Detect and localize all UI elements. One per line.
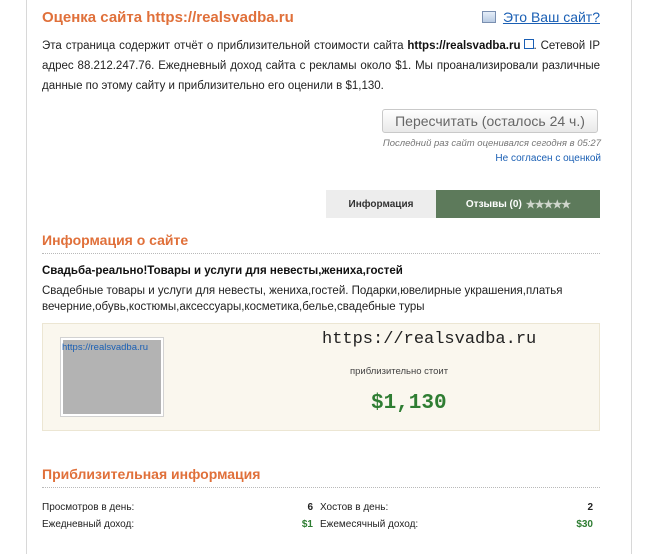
- last-check-text: Последний раз сайт оценивался сегодня в …: [382, 138, 601, 149]
- disagree-link[interactable]: Не согласен с оценкой: [495, 153, 601, 164]
- rating-stars-icon: ★★★★★: [525, 198, 571, 211]
- owner-link-label: Это Ваш сайт?: [502, 9, 600, 25]
- site-description: Свадебные товары и услуги для невесты, ж…: [42, 285, 563, 313]
- page-title: Оценка сайта https://realsvadba.ru: [42, 9, 294, 26]
- site-owner-icon: [481, 11, 496, 23]
- daily-income-label: Ежедневный доход:: [42, 519, 135, 530]
- daily-income-value: $1: [301, 519, 313, 530]
- approx-info-heading: Приблизительная информация: [42, 466, 261, 482]
- intro-part1: Эта страница содержит отчёт о приблизите…: [42, 40, 408, 52]
- views-label: Просмотров в день:: [42, 502, 135, 513]
- tab-reviews[interactable]: Отзывы (0) ★★★★★: [436, 190, 600, 218]
- tabs: Информация Отзывы (0) ★★★★★: [326, 190, 600, 218]
- site-url: https://realsvadba.ru: [322, 330, 537, 349]
- divider: [42, 253, 600, 254]
- hosts-value: 2: [587, 502, 593, 513]
- intro-site-link[interactable]: https://realsvadba.ru: [407, 40, 520, 52]
- recalculate-button[interactable]: Пересчитать (осталось 24 ч.): [382, 109, 598, 133]
- owner-link[interactable]: Это Ваш сайт?: [481, 9, 600, 25]
- tab-info[interactable]: Информация: [326, 190, 436, 218]
- site-price: $1,130: [371, 392, 447, 415]
- site-name: Свадьба-реально!Товары и услуги для неве…: [42, 265, 403, 277]
- intro-text: Эта страница содержит отчёт о приблизите…: [42, 36, 600, 96]
- tab-reviews-label: Отзывы (0): [465, 198, 522, 210]
- thumbnail-url: https://realsvadba.ru: [62, 342, 149, 353]
- hosts-label: Хостов в день:: [320, 502, 389, 513]
- divider: [42, 487, 600, 488]
- external-link-icon[interactable]: [523, 39, 534, 49]
- monthly-income-label: Ежемесячный доход:: [320, 519, 419, 530]
- site-info-heading: Информация о сайте: [42, 232, 189, 248]
- views-value: 6: [307, 502, 313, 513]
- approx-label: приблизительно стоит: [350, 366, 449, 377]
- monthly-income-value: $30: [576, 519, 593, 530]
